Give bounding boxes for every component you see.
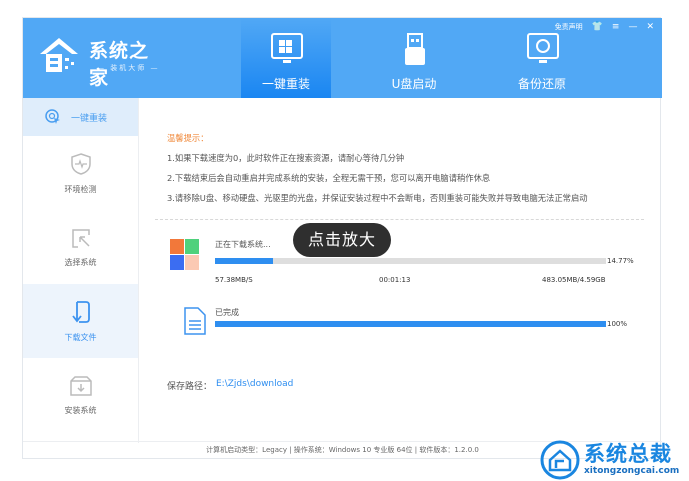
header: 系统之家 — 装机大师 — 一键重装 U盘启动 备份还原 免责声明 👕 ≡ — … xyxy=(23,18,662,98)
sidebar-item-label: 一键重装 xyxy=(71,113,108,124)
logo-subtitle: — 装机大师 — xyxy=(97,64,160,72)
shirt-icon[interactable]: 👕 xyxy=(592,22,603,32)
tab-one-click-reinstall[interactable]: 一键重装 xyxy=(241,18,331,98)
download-size: 483.05MB/4.59GB xyxy=(542,276,606,284)
tip-line: 1.如果下载速度为0，此时软件正在搜索资源，请耐心等待几分钟 xyxy=(167,153,405,163)
sidebar: 一键重装 环境检测 选择系统 下载文件 安装系统 xyxy=(23,98,139,443)
monitor-windows-icon xyxy=(271,33,303,63)
sidebar-item-label: 安装系统 xyxy=(64,405,97,415)
windows-logo-icon xyxy=(170,239,199,270)
sidebar-item-label: 下载文件 xyxy=(64,332,97,342)
download-file-icon xyxy=(71,300,90,323)
select-arrow-icon xyxy=(71,228,90,248)
tip-line: 2.下载结束后会自动重启并完成系统的安装，全程无需干预，您可以离开电脑请稍作休息 xyxy=(167,173,491,183)
sidebar-item-download-files[interactable]: 下载文件 xyxy=(23,284,138,358)
shield-icon xyxy=(70,152,91,175)
tab-label: 一键重装 xyxy=(261,77,310,91)
watermark-logo-icon xyxy=(540,440,580,480)
tip-line: 3.请移除U盘、移动硬盘、光驱里的光盘，并保证安装过程中不会断电，否则重装可能失… xyxy=(167,193,588,203)
tips-heading: 温馨提示： xyxy=(167,133,209,143)
menu-icon[interactable]: ≡ xyxy=(612,22,620,32)
complete-percent: 100% xyxy=(607,320,628,328)
tab-usb-boot[interactable]: U盘启动 xyxy=(369,18,459,98)
divider xyxy=(155,219,644,220)
download-speed: 57.38MB/S xyxy=(215,276,253,284)
main-panel: 温馨提示： 1.如果下载速度为0，此时软件正在搜索资源，请耐心等待几分钟 2.下… xyxy=(140,98,660,443)
download-progress-bar xyxy=(215,258,606,264)
install-box-icon xyxy=(69,375,92,396)
close-icon[interactable]: ✕ xyxy=(646,22,654,32)
save-path-link[interactable]: E:\Zjds\download xyxy=(216,379,293,389)
tips: 温馨提示： 1.如果下载速度为0，此时软件正在搜索资源，请耐心等待几分钟 2.下… xyxy=(167,128,588,208)
complete-status: 已完成 xyxy=(215,308,239,317)
download-percent: 14.77% xyxy=(607,257,634,265)
logo: 系统之家 — 装机大师 — xyxy=(37,32,167,89)
elapsed-time: 00:01:13 xyxy=(379,276,411,284)
tab-label: 备份还原 xyxy=(517,77,566,91)
watermark-url: xitongzongcai.com xyxy=(584,466,680,476)
sidebar-item-one-click[interactable]: 一键重装 xyxy=(23,98,138,136)
sidebar-item-env-check[interactable]: 环境检测 xyxy=(23,136,138,210)
complete-progress-bar xyxy=(215,321,606,327)
save-path-label: 保存路径： xyxy=(167,382,213,392)
target-cursor-icon xyxy=(45,109,60,124)
house-logo-icon xyxy=(40,38,78,72)
minimize-icon[interactable]: — xyxy=(628,22,637,32)
download-progress-fill xyxy=(215,258,273,264)
complete-progress-fill xyxy=(215,321,606,327)
tab-label: U盘启动 xyxy=(391,77,437,91)
window-controls: 免责声明 👕 ≡ — ✕ xyxy=(555,22,654,32)
sidebar-item-select-system[interactable]: 选择系统 xyxy=(23,210,138,284)
monitor-restore-icon xyxy=(527,33,559,63)
document-icon xyxy=(184,307,206,335)
watermark: 系统总裁 xitongzongcai.com xyxy=(538,438,688,480)
sidebar-item-label: 选择系统 xyxy=(64,257,97,267)
zoom-tooltip[interactable]: 点击放大 xyxy=(293,223,391,257)
sidebar-item-install-system[interactable]: 安装系统 xyxy=(23,358,138,432)
download-status: 正在下载系统... xyxy=(215,240,271,249)
sidebar-item-label: 环境检测 xyxy=(64,184,97,194)
usb-drive-icon xyxy=(405,33,425,65)
watermark-title: 系统总裁 xyxy=(584,442,672,466)
disclaimer-link[interactable]: 免责声明 xyxy=(555,22,583,32)
